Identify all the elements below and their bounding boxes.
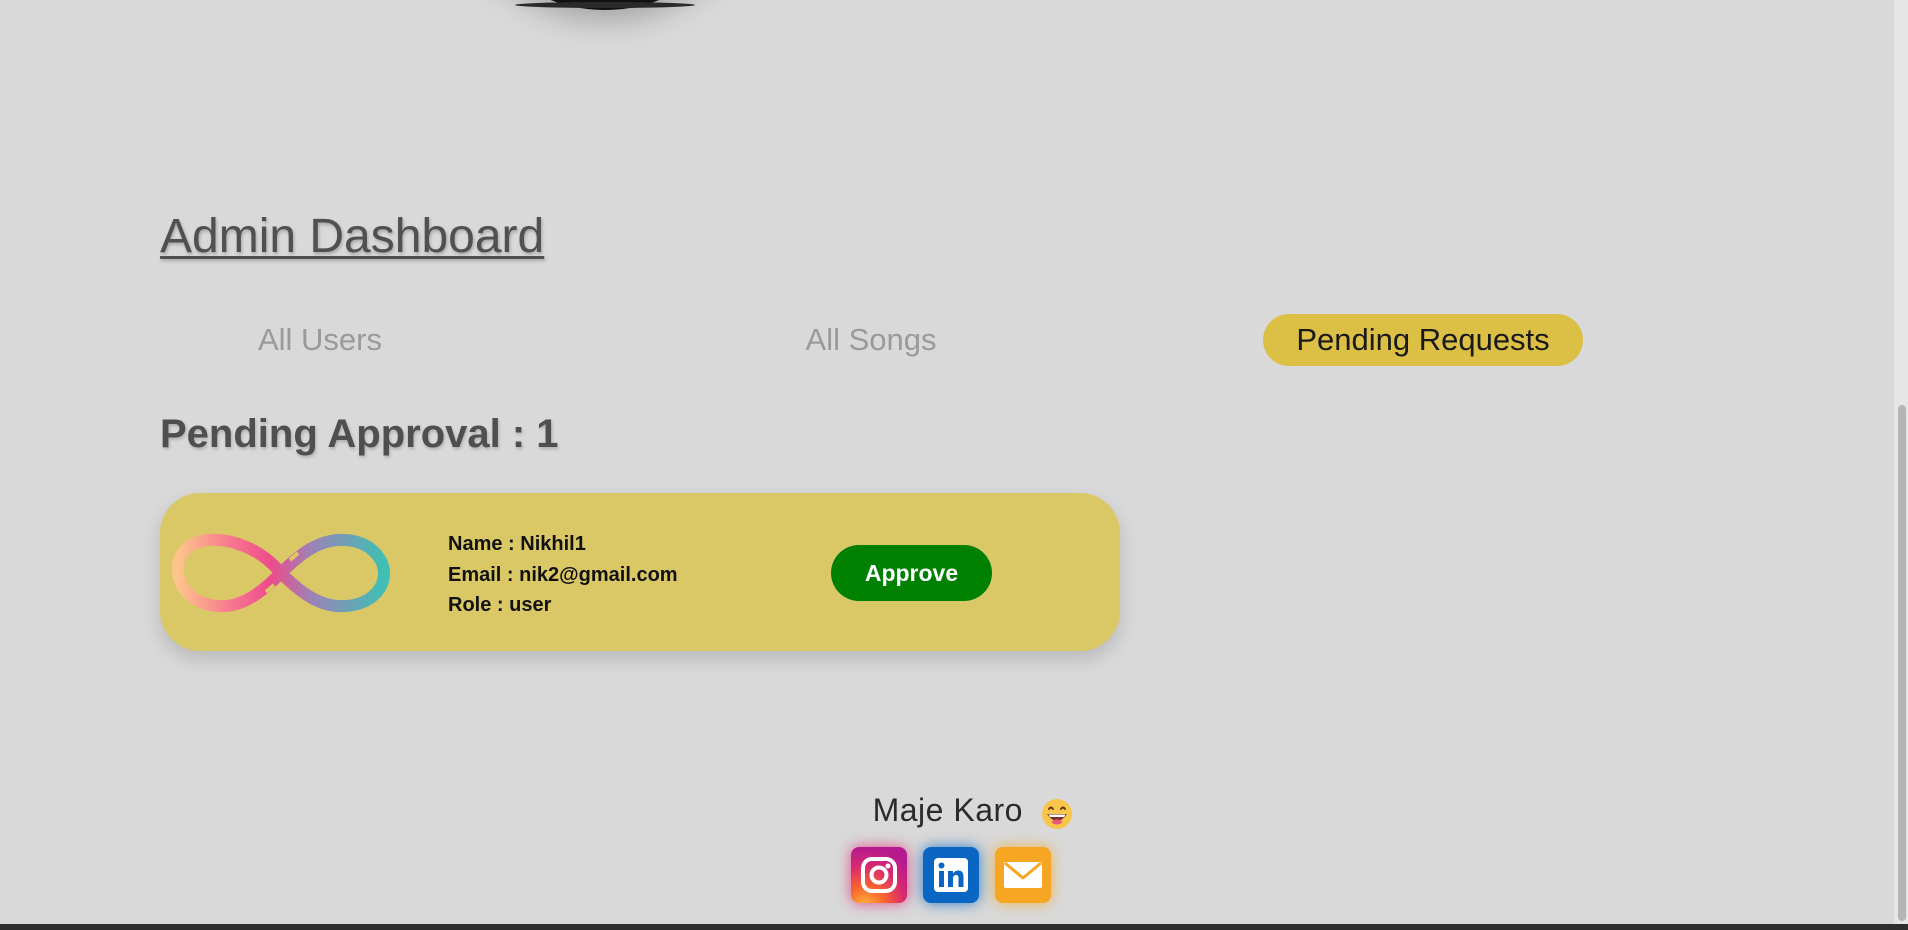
bottom-bar bbox=[0, 924, 1908, 930]
scrollbar-thumb[interactable] bbox=[1898, 405, 1906, 921]
tab-all-users[interactable]: All Users bbox=[240, 314, 400, 366]
footer: Maje Karo bbox=[0, 792, 1908, 830]
page-title[interactable]: Admin Dashboard bbox=[160, 209, 544, 264]
grinning-face-emoji-icon bbox=[1042, 798, 1073, 829]
request-user-info: Name : Nikhil1 Email : nik2@gmail.com Ro… bbox=[448, 529, 678, 621]
tab-all-songs[interactable]: All Songs bbox=[790, 314, 952, 366]
pending-approval-heading: Pending Approval : 1 bbox=[160, 412, 559, 456]
hero-disc-image bbox=[435, 0, 775, 10]
pending-request-card: Name : Nikhil1 Email : nik2@gmail.com Ro… bbox=[160, 493, 1120, 651]
linkedin-icon[interactable] bbox=[923, 847, 979, 903]
scrollbar-track[interactable] bbox=[1894, 0, 1908, 924]
approve-button[interactable]: Approve bbox=[831, 545, 992, 601]
instagram-icon[interactable] bbox=[851, 847, 907, 903]
request-role: Role : user bbox=[448, 594, 552, 616]
page: Admin Dashboard All Users All Songs Pend… bbox=[0, 0, 1908, 930]
mail-icon[interactable] bbox=[995, 847, 1051, 903]
request-name: Name : Nikhil1 bbox=[448, 533, 586, 555]
request-email: Email : nik2@gmail.com bbox=[448, 563, 678, 586]
infinity-logo-icon bbox=[171, 533, 391, 613]
footer-brand-text: Maje Karo bbox=[872, 792, 1023, 828]
tab-pending-requests[interactable]: Pending Requests bbox=[1263, 314, 1583, 366]
